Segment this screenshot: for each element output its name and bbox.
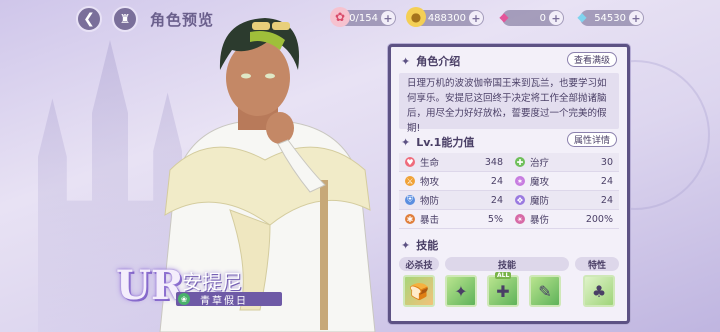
castle-icon: ♜ [119, 12, 131, 26]
costume-subtitle: 青草假日 [200, 295, 248, 307]
add-gem-button[interactable]: + [549, 11, 563, 25]
resource-gem: ◆ 0 + [499, 10, 564, 26]
rarity-badge: UR [116, 262, 185, 309]
stat-row: ⛨ 物防 24 ❖ 魔防 24 [399, 191, 619, 210]
wand-icon: ✶ [515, 176, 525, 186]
skill-1-icon[interactable]: ✦ [445, 275, 477, 307]
stats-table: ♥ 生命 348 ✚ 治疗 30 ⚔ 物攻 24 ✶ 魔攻 24 ⛨ 物防 24… [399, 153, 619, 229]
stat-physical-attack: ⚔ 物攻 24 [405, 175, 503, 188]
skill-icons: 🍞 ✦ ALL ✚ ✎ ♣ [399, 272, 619, 313]
skills-heading: ✦ 技能 [401, 238, 439, 253]
heart-icon: ♥ [405, 157, 415, 167]
stat-magic-defense: ❖ 魔防 24 [515, 194, 613, 207]
stat-row: ⚔ 物攻 24 ✶ 魔攻 24 [399, 172, 619, 191]
back-button[interactable]: ❮ [76, 6, 102, 32]
chevron-left-icon: ❮ [83, 11, 95, 27]
coin-icon: ● [406, 7, 426, 27]
leaf-icon: ❀ [178, 293, 190, 305]
add-stamina-button[interactable]: + [381, 11, 395, 25]
top-bar: ❮ ♜ 角色预览 ✿ 10/154 + ● 488300 + ◆ 0 + ◆ 5… [0, 0, 720, 36]
sword-icon: ⚔ [405, 176, 415, 186]
costume-bar: ❀ 青草假日 [176, 292, 282, 307]
all-badge: ALL [495, 272, 512, 279]
skill-3-icon[interactable]: ✎ [529, 275, 561, 307]
heal-icon: ✚ [515, 157, 525, 167]
candy-icon: ✿ [330, 7, 350, 27]
stat-heal: ✚ 治疗 30 [515, 156, 613, 169]
stats-heading: ✦ Lv.1能力值 [401, 135, 475, 150]
shield-icon: ⛨ [405, 195, 415, 205]
character-nameplate: UR 安提尼 ❀ 青草假日 [110, 262, 290, 314]
resource-diamond: ◆ 54530 + [577, 10, 644, 26]
blue-diamond-icon: ◆ [577, 10, 587, 24]
character-info-panel: ✦ 角色介绍 查看满级 日理万机的波波伽帝国王来到瓦兰，也要学习如何享乐。安提尼… [388, 44, 630, 324]
trait-clover-icon[interactable]: ♣ [583, 275, 615, 307]
add-diamond-button[interactable]: + [629, 11, 643, 25]
stat-magic-attack: ✶ 魔攻 24 [515, 175, 613, 188]
magic-shield-icon: ❖ [515, 195, 525, 205]
tab-skills[interactable]: 技能 [445, 257, 569, 271]
skill-tabs: 必杀技 技能 特性 [399, 257, 619, 271]
skill-2-icon[interactable]: ALL ✚ [487, 272, 519, 307]
stat-row: ✱ 暴击 5% ✴ 暴伤 200% [399, 210, 619, 229]
resource-gold: ● 488300 + [406, 7, 484, 27]
tab-ultimate[interactable]: 必杀技 [399, 257, 439, 271]
ultimate-skill-icon[interactable]: 🍞 [403, 275, 435, 307]
resource-stamina: ✿ 10/154 + [330, 7, 396, 27]
stat-hp: ♥ 生命 348 [405, 156, 503, 169]
stat-crit-damage: ✴ 暴伤 200% [515, 213, 613, 226]
sparkle-icon: ✦ [401, 238, 411, 252]
home-button[interactable]: ♜ [112, 6, 138, 32]
sparkle-icon: ✦ [401, 135, 411, 149]
sparkle-icon: ✦ [401, 54, 411, 68]
add-gold-button[interactable]: + [469, 11, 483, 25]
view-max-level-button[interactable]: 查看满级 [566, 52, 617, 67]
crit-icon: ✱ [405, 214, 415, 224]
page-title: 角色预览 [150, 11, 215, 29]
stat-crit-rate: ✱ 暴击 5% [405, 213, 503, 226]
pink-diamond-icon: ◆ [499, 10, 509, 24]
crit-damage-icon: ✴ [515, 214, 525, 224]
tab-trait[interactable]: 特性 [575, 257, 619, 271]
stat-physical-defense: ⛨ 物防 24 [405, 194, 503, 207]
intro-text: 日理万机的波波伽帝国王来到瓦兰，也要学习如何享乐。安提尼这回终于决定将工作全部抛… [399, 73, 619, 134]
intro-heading: ✦ 角色介绍 [401, 54, 461, 69]
attribute-details-button[interactable]: 属性详情 [566, 132, 617, 147]
stat-row: ♥ 生命 348 ✚ 治疗 30 [399, 153, 619, 172]
